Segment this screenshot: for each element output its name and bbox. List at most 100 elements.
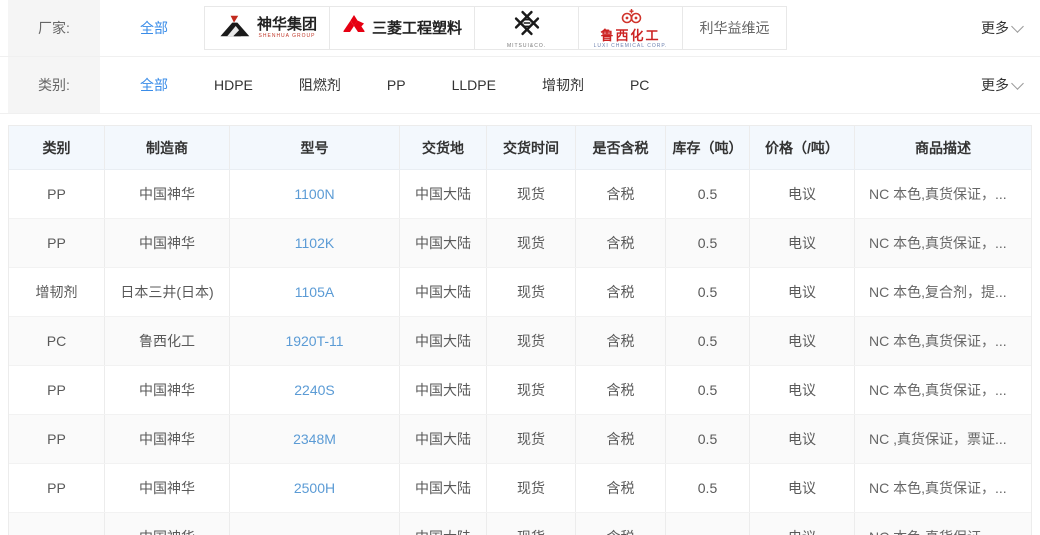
column-header: 商品描述 xyxy=(855,126,1031,169)
category-filter-options: 全部 HDPE 阻燃剂 PP LLDPE 增韧剂 PC 更多 xyxy=(100,57,1040,113)
cell-tax: 含税 xyxy=(576,170,666,218)
table-row: 增韧剂日本三井(日本)1105A中国大陆现货含税0.5电议NC 本色,复合剂，提… xyxy=(9,268,1031,317)
column-header: 制造商 xyxy=(105,126,230,169)
luxi-logo-icon xyxy=(616,8,646,29)
cell-delivery-place: 中国大陆 xyxy=(400,317,487,365)
cell-delivery-time: 现货 xyxy=(487,268,576,316)
brand-mitsui-button[interactable]: MITSUI&CO. xyxy=(475,6,579,50)
cell-manufacturer: 日本三井(日本) xyxy=(105,268,230,316)
category-option[interactable]: HDPE xyxy=(214,77,253,93)
cell-description: NC 本色,真货保证，... xyxy=(855,170,1031,218)
cell-tax: 含税 xyxy=(576,317,666,365)
cell-model: 2240S xyxy=(230,366,400,414)
brand-mitsubishi-button[interactable]: 三菱工程塑料 xyxy=(330,6,475,50)
column-header: 库存（吨） xyxy=(666,126,750,169)
model-link[interactable]: 1102K xyxy=(295,235,334,251)
column-header: 类别 xyxy=(9,126,105,169)
model-link[interactable]: 2240S xyxy=(294,382,334,398)
cell-stock: 0.5 xyxy=(666,268,750,316)
cell-delivery-time: 现货 xyxy=(487,513,576,535)
column-header: 型号 xyxy=(230,126,400,169)
cell-delivery-time: 现货 xyxy=(487,317,576,365)
table-row: 中国神华中国大陆现货含税电议NC 本色,真货保证，... xyxy=(9,513,1031,535)
cell-delivery-time: 现货 xyxy=(487,464,576,512)
category-option[interactable]: PP xyxy=(387,77,406,93)
cell-description: NC ,真货保证，票证... xyxy=(855,415,1031,463)
cell-manufacturer: 中国神华 xyxy=(105,170,230,218)
cell-delivery-place: 中国大陆 xyxy=(400,219,487,267)
manufacturer-more-button[interactable]: 更多 xyxy=(981,18,1022,38)
cell-delivery-time: 现货 xyxy=(487,219,576,267)
cell-manufacturer: 鲁西化工 xyxy=(105,317,230,365)
cell-price: 电议 xyxy=(750,415,855,463)
cell-model: 1920T-11 xyxy=(230,317,400,365)
cell-tax: 含税 xyxy=(576,513,666,535)
cell-model: 2500H xyxy=(230,464,400,512)
cell-stock: 0.5 xyxy=(666,170,750,218)
cell-delivery-place: 中国大陆 xyxy=(400,415,487,463)
cell-delivery-place: 中国大陆 xyxy=(400,170,487,218)
brand-shenhua-button[interactable]: 神华集团 SHENHUA GROUP xyxy=(204,6,330,50)
filter-panel: 厂家: 全部 神华集团 SHENHUA GROUP xyxy=(0,0,1040,114)
manufacturer-filter-options: 全部 神华集团 SHENHUA GROUP xyxy=(100,0,1040,56)
table-row: PP中国神华1102K中国大陆现货含税0.5电议NC 本色,真货保证，... xyxy=(9,219,1031,268)
cell-delivery-place: 中国大陆 xyxy=(400,464,487,512)
brand-luxi-button[interactable]: 鲁西化工 LUXI CHEMICAL CORP. xyxy=(579,6,683,50)
cell-stock: 0.5 xyxy=(666,317,750,365)
cell-manufacturer: 中国神华 xyxy=(105,366,230,414)
cell-model xyxy=(230,513,400,535)
cell-delivery-time: 现货 xyxy=(487,170,576,218)
table-row: PP中国神华2348M中国大陆现货含税0.5电议NC ,真货保证，票证... xyxy=(9,415,1031,464)
cell-category: 增韧剂 xyxy=(9,268,105,316)
table-row: PP中国神华1100N中国大陆现货含税0.5电议NC 本色,真货保证，... xyxy=(9,170,1031,219)
brand-lihuayiweiyuan-button[interactable]: 利华益维远 xyxy=(683,6,787,50)
category-option[interactable]: PC xyxy=(630,77,649,93)
category-option[interactable]: 全部 xyxy=(140,75,168,95)
cell-price: 电议 xyxy=(750,219,855,267)
cell-category: PP xyxy=(9,219,105,267)
cell-manufacturer: 中国神华 xyxy=(105,464,230,512)
category-filter-label: 类别: xyxy=(8,57,100,113)
cell-price: 电议 xyxy=(750,268,855,316)
cell-model: 1100N xyxy=(230,170,400,218)
cell-model: 1102K xyxy=(230,219,400,267)
column-header: 交货时间 xyxy=(487,126,576,169)
cell-tax: 含税 xyxy=(576,366,666,414)
brand-luxi-caption: LUXI CHEMICAL CORP. xyxy=(594,44,668,49)
model-link[interactable]: 1920T-11 xyxy=(285,333,343,349)
category-option[interactable]: 阻燃剂 xyxy=(299,75,341,95)
table-row: PP中国神华2240S中国大陆现货含税0.5电议NC 本色,真货保证，... xyxy=(9,366,1031,415)
cell-stock: 0.5 xyxy=(666,415,750,463)
mitsui-logo-icon xyxy=(512,8,542,42)
category-option[interactable]: 增韧剂 xyxy=(542,75,584,95)
cell-stock: 0.5 xyxy=(666,366,750,414)
category-more-button[interactable]: 更多 xyxy=(981,75,1022,95)
cell-category: PC xyxy=(9,317,105,365)
cell-price: 电议 xyxy=(750,317,855,365)
brand-shenhua-label: 神华集团 xyxy=(257,17,317,32)
manufacturer-filter-all[interactable]: 全部 xyxy=(140,18,168,38)
manufacturer-filter-label: 厂家: xyxy=(8,0,100,56)
model-link[interactable]: 1100N xyxy=(294,186,334,202)
cell-price: 电议 xyxy=(750,366,855,414)
brand-mitsui-caption: MITSUI&CO. xyxy=(507,44,546,49)
cell-delivery-time: 现货 xyxy=(487,415,576,463)
products-table: 类别制造商型号交货地交货时间是否含税库存（吨）价格（/吨）商品描述 PP中国神华… xyxy=(8,125,1032,535)
model-link[interactable]: 2500H xyxy=(294,480,335,496)
category-option[interactable]: LLDPE xyxy=(452,77,496,93)
cell-category: PP xyxy=(9,366,105,414)
table-header-row: 类别制造商型号交货地交货时间是否含税库存（吨）价格（/吨）商品描述 xyxy=(9,126,1031,170)
model-link[interactable]: 1105A xyxy=(295,284,334,300)
cell-stock xyxy=(666,513,750,535)
cell-price: 电议 xyxy=(750,170,855,218)
cell-delivery-place: 中国大陆 xyxy=(400,366,487,414)
cell-model: 2348M xyxy=(230,415,400,463)
model-link[interactable]: 2348M xyxy=(293,431,336,447)
mitsubishi-logo-icon xyxy=(342,14,366,43)
brand-luxi-label: 鲁西化工 xyxy=(601,29,661,42)
cell-delivery-place: 中国大陆 xyxy=(400,268,487,316)
cell-description: NC 本色,真货保证，... xyxy=(855,464,1031,512)
table-row: PC鲁西化工 1920T-11 中国大陆现货含税0.5电议NC 本色,真货保证，..… xyxy=(9,317,1031,366)
cell-description: NC 本色,真货保证，... xyxy=(855,317,1031,365)
cell-tax: 含税 xyxy=(576,415,666,463)
